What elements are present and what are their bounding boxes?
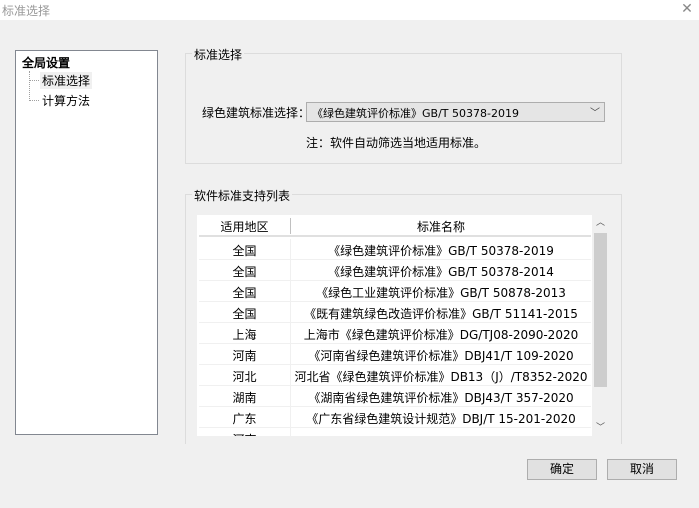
table-row[interactable]: 河南 [199, 428, 591, 436]
table-row[interactable]: 河北 河北省《绿色建筑评价标准》DB13（J）/T8352-2020 [199, 365, 591, 386]
cancel-button[interactable]: 取消 [607, 459, 677, 480]
note-text: 注：软件自动筛选当地适用标准。 [306, 136, 487, 150]
region-cell: 上海 [232, 328, 257, 342]
column-header-standard-name[interactable]: 标准名称 [291, 218, 591, 235]
tree-connector [30, 80, 39, 81]
standard-select[interactable]: 《绿色建筑评价标准》GB/T 50378-2019 ﹀ [306, 102, 605, 122]
ok-button[interactable]: 确定 [527, 459, 597, 480]
tree-connector [30, 100, 39, 101]
region-cell: 河南 [232, 349, 257, 363]
region-cell: 河北 [232, 370, 257, 384]
group-legend: 软件标准支持列表 [192, 187, 293, 204]
standard-name-cell: 《绿色建筑评价标准》GB/T 50378-2014 [328, 265, 554, 279]
table-row[interactable]: 全国 《绿色工业建筑评价标准》GB/T 50878-2013 [199, 281, 591, 302]
standard-name-cell: 《绿色建筑评价标准》GB/T 50378-2019 [328, 244, 554, 258]
title-bar: 标准选择 ✕ [0, 0, 699, 20]
table-row[interactable]: 湖南 《湖南省绿色建筑评价标准》DBJ43/T 357-2020 [199, 386, 591, 407]
standard-selection-group: 标准选择 绿色建筑标准选择： 《绿色建筑评价标准》GB/T 50378-2019… [185, 46, 622, 164]
region-cell: 湖南 [232, 391, 257, 405]
region-cell: 全国 [232, 286, 257, 300]
table-row[interactable]: 上海 上海市《绿色建筑评价标准》DG/TJ08-2090-2020 [199, 323, 591, 344]
table-body: 全国 《绿色建筑评价标准》GB/T 50378-2019 全国 《绿色建筑评价标准》G… [199, 239, 591, 436]
table-row[interactable]: 河南 《河南省绿色建筑评价标准》DBJ41/T 109-2020 [199, 344, 591, 365]
standard-label: 绿色建筑标准选择： [202, 106, 311, 120]
settings-tree: 全局设置 标准选择 计算方法 [15, 50, 158, 435]
standard-name-cell: 河北省《绿色建筑评价标准》DB13（J）/T8352-2020 [294, 370, 588, 384]
region-cell: 全国 [232, 307, 257, 321]
column-header-region[interactable]: 适用地区 [199, 218, 290, 235]
table-row[interactable]: 全国 《绿色建筑评价标准》GB/T 50378-2019 [199, 239, 591, 260]
region-cell: 全国 [232, 265, 257, 279]
group-legend: 标准选择 [192, 46, 245, 63]
tree-item-standard-selection[interactable]: 标准选择 [40, 72, 93, 89]
cell-divider [290, 428, 291, 436]
table-row[interactable]: 全国 《绿色建筑评价标准》GB/T 50378-2014 [199, 260, 591, 281]
standard-select-value: 《绿色建筑评价标准》GB/T 50378-2019 [312, 107, 519, 120]
table-header: 适用地区 标准名称 [199, 215, 591, 237]
standard-name-cell: 《河南省绿色建筑评价标准》DBJ41/T 109-2020 [308, 349, 574, 363]
table-row[interactable]: 广东 《广东省绿色建筑设计规范》DBJ/T 15-201-2020 [199, 407, 591, 428]
scrollbar-thumb[interactable] [594, 233, 607, 387]
scroll-up-icon[interactable]: ︿ [592, 215, 609, 231]
standard-name-cell: 《湖南省绿色建筑评价标准》DBJ43/T 357-2020 [308, 391, 574, 405]
close-icon[interactable]: ✕ [678, 0, 696, 18]
region-cell: 广东 [232, 412, 257, 426]
standard-name-cell: 上海市《绿色建筑评价标准》DG/TJ08-2090-2020 [303, 328, 579, 342]
scroll-down-icon[interactable]: ﹀ [592, 420, 609, 436]
standard-name-cell: 《绿色工业建筑评价标准》GB/T 50878-2013 [316, 286, 566, 300]
tree-item-calculation-method[interactable]: 计算方法 [40, 92, 92, 109]
region-cell: 全国 [232, 244, 257, 258]
standard-name-cell: 《广东省绿色建筑设计规范》DBJ/T 15-201-2020 [306, 412, 576, 426]
tree-connector [29, 71, 30, 101]
vertical-scrollbar[interactable]: ︿ ﹀ [592, 215, 609, 436]
standards-table: 适用地区 标准名称 全国 《绿色建筑评价标准》GB/T 50378-2019 全国《… [197, 215, 609, 436]
window-title: 标准选择 [2, 4, 51, 18]
standard-name-cell: 《既有建筑绿色改造评价标准》GB/T 51141-2015 [304, 307, 578, 321]
chevron-down-icon: ﹀ [590, 108, 600, 119]
table-row[interactable]: 全国 《既有建筑绿色改造评价标准》GB/T 51141-2015 [199, 302, 591, 323]
region-cell: 河南 [199, 431, 290, 436]
tree-root-global-settings[interactable]: 全局设置 [22, 54, 70, 71]
